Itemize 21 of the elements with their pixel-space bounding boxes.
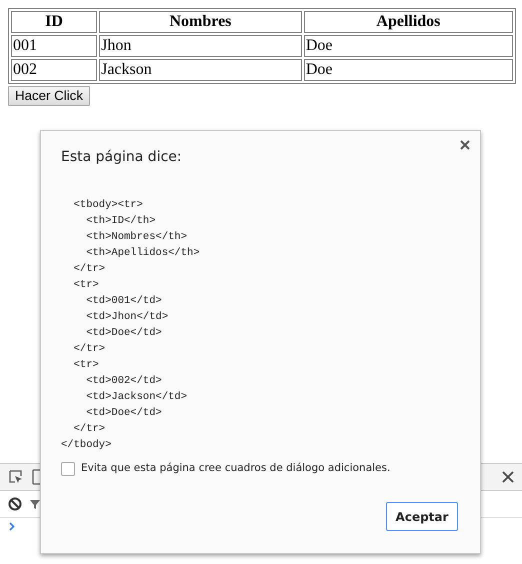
close-icon[interactable] xyxy=(502,471,514,483)
table-cell: Jackson xyxy=(99,59,302,81)
hacer-click-button[interactable]: Hacer Click xyxy=(8,86,90,106)
table-cell: Doe xyxy=(304,35,513,57)
table-cell: 001 xyxy=(11,35,98,57)
checkbox-label: Evita que esta página cree cuadros de diálogo adicionales. xyxy=(81,461,390,476)
clear-icon[interactable] xyxy=(8,497,22,511)
column-header: ID xyxy=(11,11,98,33)
table-cell: Jhon xyxy=(99,35,302,57)
column-header: Nombres xyxy=(99,11,302,33)
close-icon[interactable] xyxy=(460,140,470,150)
column-header: Apellidos xyxy=(304,11,513,33)
table-cell: Doe xyxy=(304,59,513,81)
checkbox[interactable] xyxy=(61,462,75,476)
dialog-message: <tbody><tr> <th>ID</th> <th>Nombres</th> <th>Apellidos</th> </tr> <tr> <td>001</td> <td>Jhon</td> <td>Doe</td> </tr> <tr> <td>002</td> <td>Jackson</td> <td>Doe</td> </tr> </tbody> xyxy=(61,198,200,453)
filter-icon[interactable] xyxy=(30,499,40,509)
inspect-icon[interactable] xyxy=(8,469,24,485)
accept-button[interactable]: Aceptar xyxy=(386,502,458,531)
table-cell: 002 xyxy=(11,59,98,81)
dialog-title: Esta página dice: xyxy=(61,148,182,167)
prompt-icon xyxy=(9,522,15,531)
